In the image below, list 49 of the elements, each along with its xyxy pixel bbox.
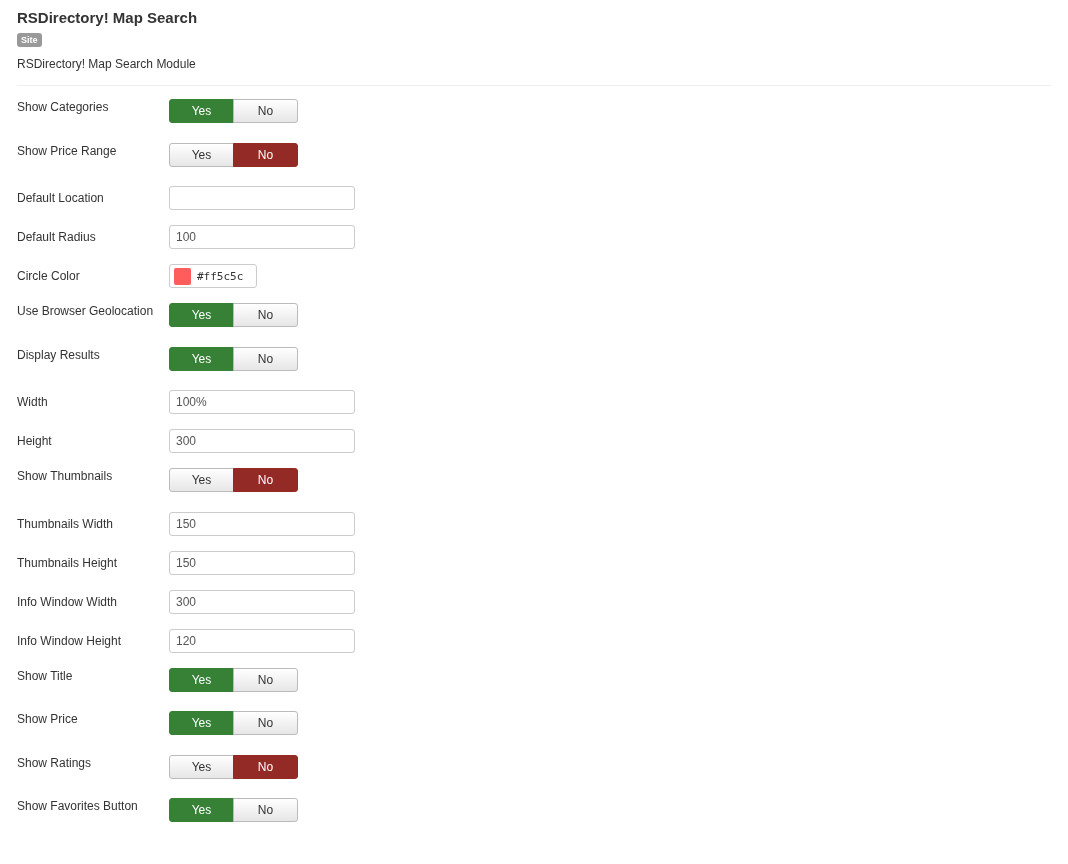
field-label: Thumbnails Width [17,515,115,532]
toggle-option[interactable]: No [233,303,298,327]
text-field[interactable]: 300 [169,589,355,614]
site-badge: Site [17,33,42,47]
color-field[interactable]: #ff5c5c [169,264,257,288]
toggle-option[interactable]: Yes [169,303,234,327]
toggle-option[interactable]: Yes [169,667,234,692]
text-field[interactable]: 150 [169,511,355,536]
toggle-option[interactable]: No [233,711,298,735]
toggle-option[interactable]: No [233,99,298,123]
field-label: Width [17,394,49,410]
toggle-option[interactable]: Yes [169,798,234,822]
field-label: Show Thumbnails [17,468,114,484]
field-label: Use Browser Geolocation [17,303,155,319]
field-label: Thumbnails Height [17,554,119,571]
field-label: Show Favorites Button [17,798,139,814]
text-field[interactable]: 120 [169,628,355,653]
text-field[interactable]: 300 [169,429,355,453]
field-label: Default Radius [17,229,97,245]
text-field[interactable]: 150 [169,550,355,575]
field-label: Show Price Range [17,142,118,159]
field-label: Display Results [17,346,101,363]
field-label: Circle Color [17,268,81,284]
field-label: Show Categories [17,99,110,115]
toggle-option[interactable]: Yes [169,754,234,779]
text-field[interactable]: 100 [169,225,355,249]
module-title: RSDirectory! Map Search [17,8,199,28]
field-label: Show Ratings [17,754,93,771]
text-field[interactable] [169,186,355,210]
toggle-option[interactable]: Yes [169,99,234,123]
toggle-option[interactable]: No [233,754,298,779]
field-label: Show Title [17,667,74,684]
field-label: Show Price [17,711,79,727]
field-label: Info Window Height [17,632,123,649]
module-description: RSDirectory! Map Search Module [17,56,197,72]
toggle-option[interactable]: Yes [169,142,234,167]
toggle-option[interactable]: Yes [169,346,234,371]
toggle-option[interactable]: No [233,667,298,692]
field-label: Default Location [17,190,105,206]
toggle-option[interactable]: Yes [169,468,234,492]
toggle-option[interactable]: No [233,346,298,371]
color-value: #ff5c5c [197,269,244,283]
toggle-option[interactable]: Yes [169,711,234,735]
field-label: Height [17,433,53,449]
toggle-option[interactable]: No [233,142,298,167]
toggle-option[interactable]: No [233,798,298,822]
field-label: Info Window Width [17,593,119,610]
text-field[interactable]: 100% [169,390,355,414]
toggle-option[interactable]: No [233,468,298,492]
